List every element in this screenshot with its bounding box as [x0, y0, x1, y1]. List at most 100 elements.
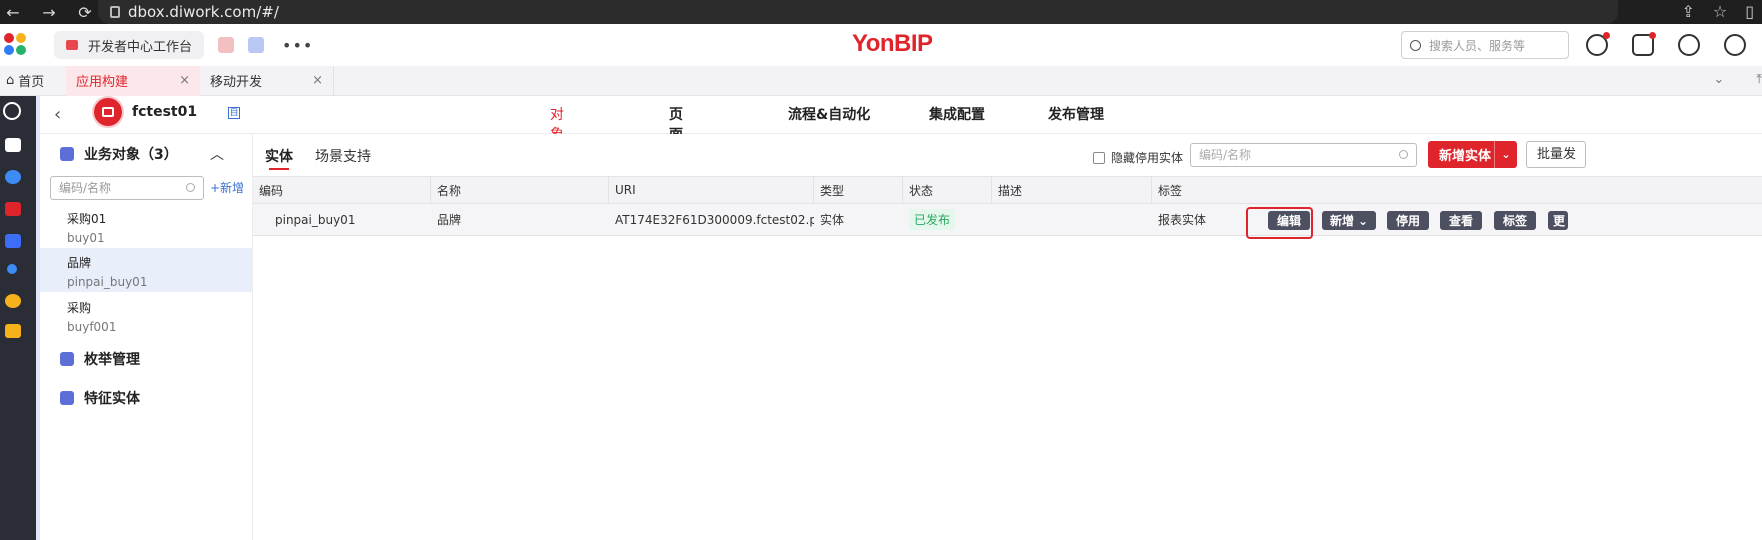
tab-home-label: 首页 — [18, 75, 45, 90]
search-placeholder: 编码/名称 — [1199, 148, 1252, 162]
group-label: 枚举管理 — [84, 352, 140, 368]
star-badge-icon[interactable] — [5, 324, 21, 338]
forward-arrow-icon[interactable]: → — [40, 3, 58, 22]
nav-process-automation[interactable]: 流程&自动化 — [788, 104, 878, 124]
headset-icon[interactable] — [1678, 34, 1700, 56]
workspace-tab[interactable]: 开发者中心工作台 — [54, 31, 205, 59]
disable-button[interactable]: 停用 — [1387, 211, 1429, 230]
business-objects-group[interactable]: 业务对象（3） — [60, 144, 178, 164]
tab-label: 应用构建 — [76, 75, 129, 90]
book-icon[interactable] — [5, 234, 21, 248]
app-shortcut-icon[interactable] — [218, 37, 235, 53]
search-icon — [1399, 150, 1408, 159]
page-tabs: ⌂ 首页 应用构建 × 移动开发 × ⌄ ⤒ — [0, 65, 1762, 96]
object-name: 品牌 — [67, 256, 92, 270]
tag-button[interactable]: 标签 — [1494, 211, 1536, 230]
column-header: 名称 — [431, 177, 609, 203]
more-button[interactable]: 更 — [1548, 211, 1568, 230]
column-header: 状态 — [903, 177, 992, 203]
feature-entity-icon — [60, 391, 74, 405]
folder-icon[interactable] — [5, 138, 21, 152]
group-label: 特征实体 — [84, 391, 140, 407]
sidebar-toggle-icon[interactable]: ▯ — [1745, 2, 1754, 21]
cell-status: 已发布 — [903, 204, 992, 235]
back-chevron-icon[interactable]: ‹ — [54, 104, 61, 125]
cell-uri: AT174E32F61D300009.fctest02.pinp... — [615, 212, 814, 227]
add-object-button[interactable]: +新增 — [210, 179, 244, 196]
search-icon[interactable] — [3, 102, 21, 120]
left-rail — [0, 96, 36, 540]
chevron-down-icon[interactable]: ⌄ — [1713, 72, 1724, 87]
workspace-icon — [66, 40, 78, 50]
browser-toolbar: ← → ⟳ dbox.diwork.com/#/ ⇪ ☆ ▯ — [0, 0, 1762, 24]
project-tag-icon: 自 — [228, 107, 240, 119]
pinwheel-icon[interactable] — [5, 170, 21, 184]
app-launcher-icon[interactable] — [4, 33, 28, 57]
edit-button-highlight — [1246, 207, 1313, 239]
group-label: 业务对象（3） — [84, 147, 178, 163]
batch-button[interactable]: 批量发 — [1526, 141, 1586, 168]
list-item[interactable]: 品牌 pinpai_buy01 — [40, 248, 252, 292]
help-icon[interactable] — [1586, 32, 1610, 56]
app-header: 开发者中心工作台 ••• YonBIP 搜索人员、服务等 — [0, 24, 1762, 66]
object-code: buyf001 — [67, 320, 117, 334]
workspace-label: 开发者中心工作台 — [88, 39, 193, 55]
hide-disabled-checkbox[interactable]: 隐藏停用实体 — [1093, 149, 1183, 166]
app-shortcut-icon[interactable] — [248, 37, 265, 53]
list-item[interactable]: 采购01 buy01 — [40, 204, 252, 248]
nav-release[interactable]: 发布管理 — [1048, 104, 1118, 124]
back-arrow-icon[interactable]: ← — [4, 3, 22, 22]
url-text: dbox.diwork.com/#/ — [128, 3, 279, 21]
column-header: 类型 — [814, 177, 903, 203]
column-header: 标签 — [1158, 183, 1183, 198]
more-icon[interactable]: ••• — [282, 36, 313, 55]
feature-entity-group[interactable]: 特征实体 — [60, 388, 140, 408]
nav-integration[interactable]: 集成配置 — [929, 104, 999, 124]
address-bar[interactable]: dbox.diwork.com/#/ — [98, 0, 1618, 24]
object-panel: 业务对象（3） ︿ 编码/名称 +新增 采购01 buy01 品牌 pinpai… — [40, 134, 253, 540]
global-search-input[interactable]: 搜索人员、服务等 — [1401, 31, 1569, 59]
add-dropdown-button[interactable]: 新增 ⌄ — [1322, 211, 1376, 230]
entity-search-input[interactable]: 编码/名称 — [1190, 143, 1417, 167]
enum-management-group[interactable]: 枚举管理 — [60, 349, 140, 369]
tab-app-build[interactable]: 应用构建 × — [66, 65, 200, 96]
close-icon[interactable]: × — [179, 73, 190, 88]
view-button[interactable]: 查看 — [1440, 211, 1482, 230]
object-name: 采购 — [67, 301, 92, 315]
cell-desc — [992, 204, 1152, 235]
object-search-input[interactable]: 编码/名称 — [50, 176, 204, 200]
entity-main: 实体 场景支持 隐藏停用实体 编码/名称 新增实体 ⌄ 批量发 编码 名称 UR… — [253, 134, 1762, 540]
new-entity-label: 新增实体 — [1439, 149, 1492, 164]
home-icon: ⌂ — [6, 73, 15, 88]
search-placeholder: 编码/名称 — [59, 181, 112, 195]
table-row[interactable]: pinpai_buy01 品牌 AT174E32F61D300009.fctes… — [253, 204, 1762, 236]
people-icon[interactable] — [7, 264, 17, 274]
edit-settings-icon[interactable] — [1724, 34, 1746, 56]
cell-tag: 报表实体 — [1158, 213, 1207, 227]
bookmark-star-icon[interactable]: ☆ — [1713, 2, 1727, 21]
close-icon[interactable]: × — [312, 73, 323, 88]
apps-icon[interactable] — [5, 294, 21, 308]
cell-type: 实体 — [820, 213, 845, 227]
tab-entity[interactable]: 实体 — [265, 146, 293, 170]
checkbox-icon[interactable] — [1093, 151, 1105, 164]
chevron-down-icon[interactable]: ⌄ — [1494, 141, 1517, 168]
table-header: 编码 名称 URI 类型 状态 描述 标签 — [253, 176, 1762, 204]
chevron-up-icon[interactable]: ︿ — [210, 144, 224, 164]
grid-icon[interactable] — [5, 202, 21, 216]
object-code: pinpai_buy01 — [67, 275, 148, 289]
project-name: fctest01 — [132, 104, 198, 120]
tab-home[interactable]: ⌂ 首页 — [0, 71, 66, 90]
reload-icon[interactable]: ⟳ — [76, 3, 94, 22]
list-item[interactable]: 采购 buyf001 — [40, 293, 252, 337]
pin-top-icon[interactable]: ⤒ — [1756, 72, 1762, 87]
column-header: URI — [609, 177, 814, 203]
new-entity-button[interactable]: 新增实体 ⌄ — [1428, 141, 1517, 168]
message-icon[interactable] — [1632, 32, 1656, 56]
share-icon[interactable]: ⇪ — [1681, 2, 1694, 21]
column-header: 描述 — [992, 177, 1152, 203]
project-avatar — [92, 96, 124, 128]
tab-scenario-support[interactable]: 场景支持 — [315, 146, 371, 166]
business-object-icon — [60, 147, 74, 161]
tab-mobile-dev[interactable]: 移动开发 × — [200, 65, 334, 96]
